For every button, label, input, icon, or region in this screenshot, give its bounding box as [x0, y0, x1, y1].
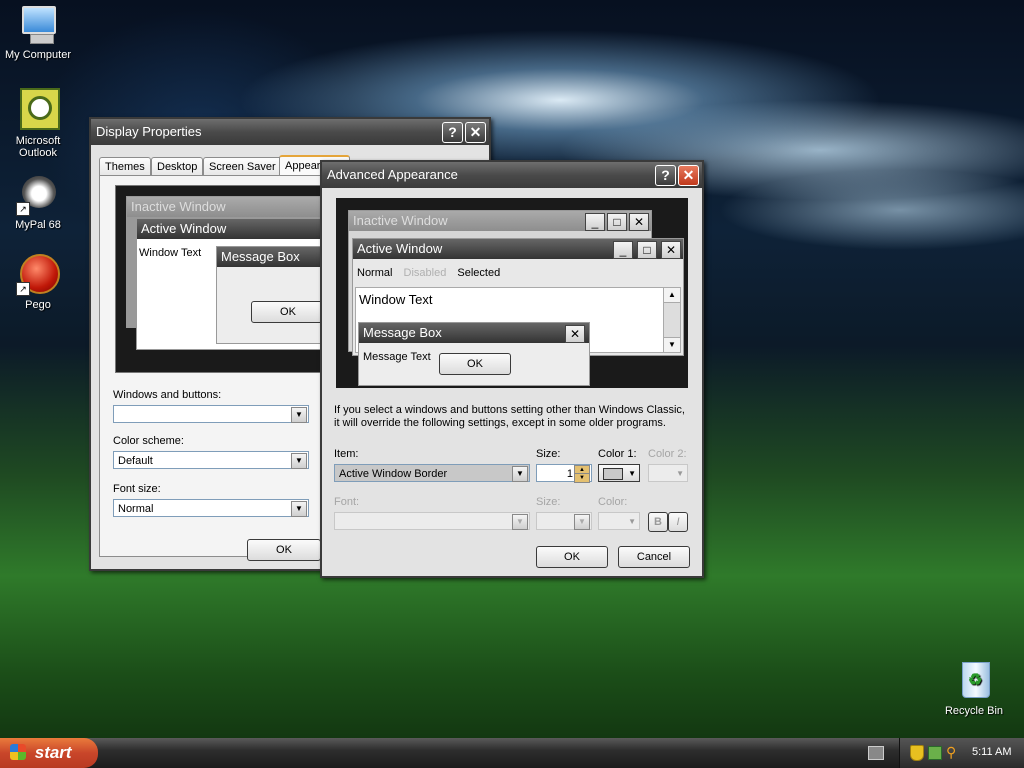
- clock[interactable]: 5:11 AM: [972, 746, 1012, 758]
- close-button[interactable]: ✕: [465, 122, 486, 143]
- desktop-icon-outlook[interactable]: Microsoft Outlook: [0, 88, 76, 159]
- keyboard-icon[interactable]: [868, 746, 884, 760]
- desktop-icon-mypal[interactable]: ↗ MyPal 68: [0, 172, 76, 231]
- ok-button[interactable]: OK: [536, 546, 608, 568]
- chevron-down-icon: ▼: [291, 501, 307, 517]
- windows-logo-icon: [10, 744, 26, 760]
- font-color-picker: ▼: [598, 512, 640, 530]
- color2-picker: ▼: [648, 464, 688, 482]
- color-scheme-select[interactable]: Default ▼: [113, 451, 309, 469]
- font-size-label: Font size:: [113, 483, 161, 495]
- ok-button[interactable]: OK: [247, 539, 321, 561]
- desktop-icon-my-computer[interactable]: My Computer: [0, 2, 76, 61]
- recycle-bin-icon: ♻: [952, 658, 996, 702]
- chevron-down-icon: ▼: [291, 407, 307, 423]
- security-shield-icon[interactable]: [910, 745, 924, 761]
- close-icon: ✕: [661, 241, 681, 259]
- close-icon: ✕: [629, 213, 649, 231]
- font-size-select[interactable]: Normal ▼: [113, 499, 309, 517]
- preview-menu-disabled: Disabled: [403, 267, 447, 279]
- tab-themes[interactable]: Themes: [99, 157, 151, 176]
- windows-buttons-select[interactable]: ▼: [113, 405, 309, 423]
- font-label: Font:: [334, 496, 360, 508]
- info-text: If you select a windows and buttons sett…: [334, 404, 685, 429]
- windows-buttons-label: Windows and buttons:: [113, 389, 222, 401]
- size-label: Size:: [536, 448, 561, 460]
- chevron-down-icon: ▼: [628, 469, 636, 478]
- font-color-label: Color:: [598, 496, 628, 508]
- maximize-icon: □: [607, 213, 627, 231]
- preview-active-title: Active Window: [353, 239, 683, 259]
- color-scheme-label: Color scheme:: [113, 435, 184, 447]
- tab-desktop[interactable]: Desktop: [151, 157, 204, 176]
- preview-window-text: Window Text: [139, 247, 202, 259]
- chevron-down-icon: ▼: [676, 469, 684, 478]
- display-properties-titlebar[interactable]: Display Properties ? ✕: [91, 119, 489, 145]
- desktop-icon-label: MyPal 68: [15, 219, 61, 231]
- outlook-icon: [16, 88, 60, 132]
- preview-ok-button: OK: [439, 353, 511, 375]
- window-title: Display Properties: [96, 124, 202, 139]
- start-button[interactable]: start: [0, 738, 98, 768]
- item-select[interactable]: Active Window Border ▼: [334, 464, 530, 482]
- preview-message-text: Message Text: [363, 351, 431, 363]
- chevron-down-icon: ▼: [512, 466, 528, 482]
- desktop-icon-label: Pego: [25, 299, 51, 311]
- preview-menu-selected: Selected: [457, 267, 501, 279]
- advanced-appearance-titlebar[interactable]: Advanced Appearance ? ✕: [322, 162, 702, 188]
- preview-ok-button: OK: [251, 301, 325, 323]
- start-label: start: [34, 743, 72, 762]
- chevron-down-icon: ▼: [291, 453, 307, 469]
- chevron-down-icon: ▼: [574, 514, 590, 530]
- preview-inactive-title: Inactive Window: [349, 211, 651, 231]
- color1-label: Color 1:: [598, 448, 637, 460]
- item-label: Item:: [334, 448, 359, 460]
- desktop-icon-pego[interactable]: ↗ Pego: [0, 252, 76, 311]
- window-title: Advanced Appearance: [327, 167, 458, 182]
- desktop-icon-label: Microsoft Outlook: [15, 135, 61, 159]
- advanced-preview: Inactive Window _ □ ✕ Active Window _ □ …: [336, 198, 688, 388]
- font-size-select: ▼: [536, 512, 592, 530]
- preview-menu-bar: Normal Disabled Selected: [357, 267, 500, 279]
- color1-picker[interactable]: ▼: [598, 464, 640, 482]
- color-swatch: [603, 468, 623, 480]
- search-icon[interactable]: ⚲: [946, 744, 956, 761]
- close-button[interactable]: ✕: [678, 165, 699, 186]
- desktop-icon-recycle-bin[interactable]: ♻ Recycle Bin: [936, 658, 1012, 717]
- close-icon: ✕: [565, 325, 585, 343]
- help-button[interactable]: ?: [442, 122, 463, 143]
- preview-scrollbar: ▲ ▼: [663, 287, 681, 353]
- advanced-appearance-window: Advanced Appearance ? ✕ Inactive Window …: [320, 160, 704, 578]
- help-button[interactable]: ?: [655, 165, 676, 186]
- spin-down-icon[interactable]: ▼: [574, 473, 590, 483]
- preview-message-box-title: Message Box: [359, 323, 589, 343]
- network-icon[interactable]: [928, 746, 942, 760]
- preview-window-text: Window Text: [359, 292, 433, 307]
- chevron-down-icon: ▼: [512, 514, 528, 530]
- font-select: ▼: [334, 512, 530, 530]
- maximize-icon: □: [637, 241, 657, 259]
- pego-orb-icon: ↗: [16, 252, 60, 296]
- size-spinner[interactable]: 1 ▲ ▼: [536, 464, 592, 483]
- minimize-icon: _: [613, 241, 633, 259]
- color2-label: Color 2:: [648, 448, 687, 460]
- preview-message-box: Message Box ✕ Message Text OK: [358, 322, 590, 386]
- bold-button: B: [648, 512, 668, 532]
- preview-menu-normal: Normal: [357, 267, 393, 279]
- shortcut-arrow-icon: ↗: [16, 202, 30, 216]
- cancel-button[interactable]: Cancel: [618, 546, 690, 568]
- raccoon-icon: ↗: [16, 172, 60, 216]
- tab-screen-saver[interactable]: Screen Saver: [203, 157, 282, 176]
- desktop-icon-label: Recycle Bin: [944, 705, 1004, 717]
- computer-icon: [16, 2, 60, 46]
- minimize-icon: _: [585, 213, 605, 231]
- font-size-label: Size:: [536, 496, 561, 508]
- desktop-icon-label: My Computer: [4, 49, 72, 61]
- taskbar: start ⚲ 5:11 AM: [0, 738, 1024, 768]
- system-tray: ⚲ 5:11 AM: [899, 738, 1024, 768]
- shortcut-arrow-icon: ↗: [16, 282, 30, 296]
- chevron-down-icon: ▼: [628, 517, 636, 526]
- italic-button: I: [668, 512, 688, 532]
